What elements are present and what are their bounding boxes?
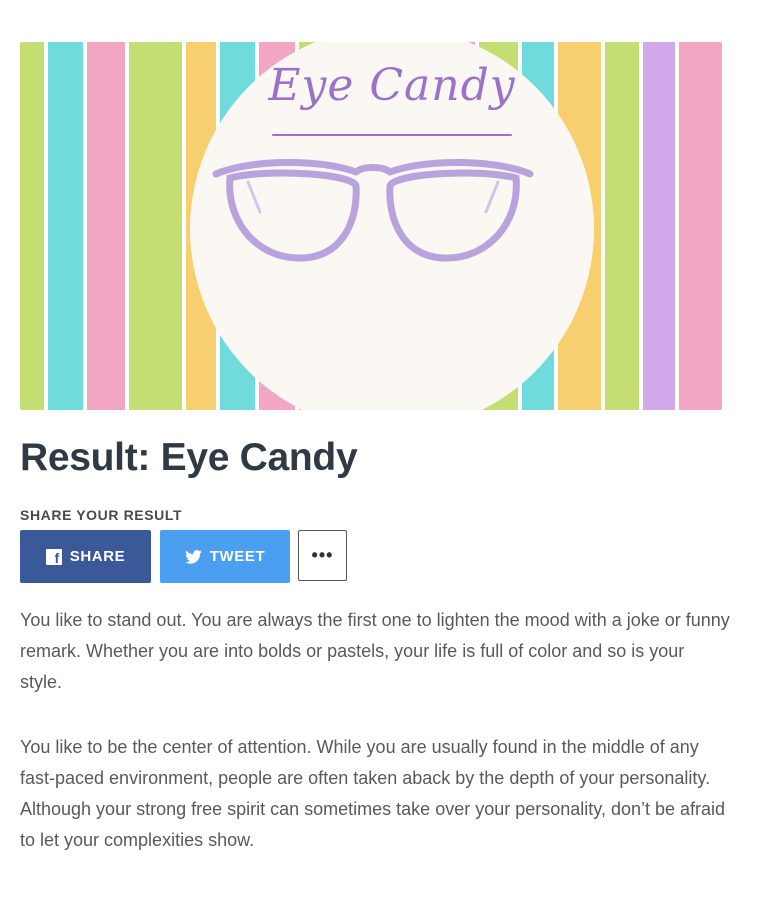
hero-logo-text: Eye Candy (268, 60, 516, 111)
tweet-button[interactable]: TWEET (160, 530, 290, 583)
facebook-share-button[interactable]: f SHARE (20, 530, 151, 583)
result-description-paragraph-1: You like to stand out. You are always th… (20, 610, 730, 692)
result-hero-image: Eye Candy (20, 42, 722, 410)
facebook-icon: f (45, 548, 62, 565)
stripe (86, 42, 126, 410)
stripe (129, 42, 182, 410)
facebook-share-label: SHARE (69, 548, 126, 565)
hero-logo-underline (272, 134, 512, 136)
twitter-bird-icon (184, 549, 202, 564)
tweet-label: TWEET (209, 548, 266, 565)
stripe (643, 42, 676, 410)
eyeglasses-icon (212, 158, 534, 262)
share-result-label: SHARE YOUR RESULT (20, 507, 183, 523)
more-share-options-button[interactable]: ••• (298, 530, 347, 581)
stripe (48, 42, 83, 410)
stripe (20, 42, 45, 410)
result-description-paragraph-2: You like to be the center of attention. … (20, 737, 726, 850)
stripe (604, 42, 639, 410)
stripe (679, 42, 722, 410)
result-title: Result: Eye Candy (20, 436, 358, 479)
